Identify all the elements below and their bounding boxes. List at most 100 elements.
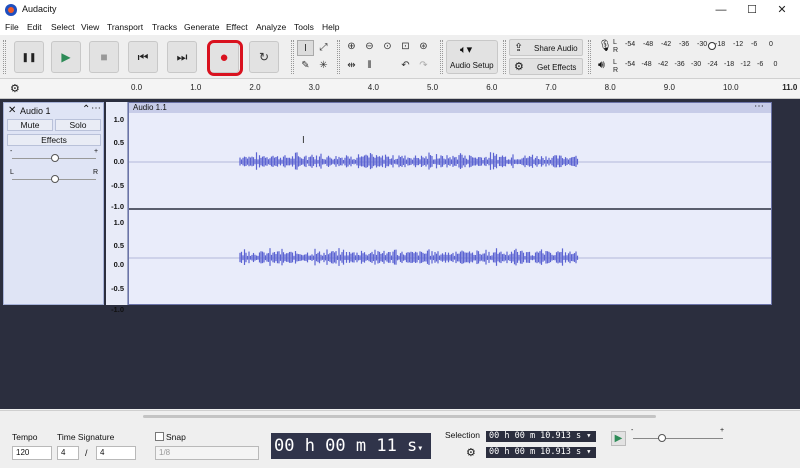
selection-tool-icon[interactable]: I — [297, 40, 314, 56]
record-meter[interactable]: -54 -48 -42 -36 -30 -18 -12 -6 0 — [625, 39, 795, 53]
microphone-icon[interactable]: 🎙︎ — [598, 39, 612, 52]
time-signature-denominator[interactable]: 4 — [96, 446, 136, 460]
selection-end[interactable]: 00 h 00 m 10.913 s ▾ — [486, 447, 596, 458]
meter-tick-label: -54 — [625, 41, 636, 48]
selection-settings-gear-icon[interactable]: ⚙ — [466, 446, 476, 459]
timeline-ruler[interactable]: ⚙ 0.0 1.0 2.0 3.0 4.0 5.0 6.0 7.0 8.0 9.0 10.0 11.0 — [0, 79, 800, 99]
menu-tracks[interactable]: Tracks — [152, 22, 177, 32]
selection-start[interactable]: 00 h 00 m 10.913 s ▾ — [486, 431, 596, 442]
speaker-icon: 🔈︎▾ — [460, 44, 473, 56]
menu-effect[interactable]: Effect — [226, 22, 248, 32]
meter-tick-label: -24 — [707, 61, 718, 68]
scale-label: 0.5 — [113, 138, 124, 147]
track-menu-icon[interactable]: ⋯ — [91, 103, 101, 114]
menu-transport[interactable]: Transport — [107, 22, 143, 32]
silence-icon[interactable]: ⫴ — [361, 58, 378, 74]
track-control-panel[interactable]: ✕ Audio 1 ⌃ ⋯ Mute Solo Effects - + L R — [3, 102, 104, 305]
collapse-icon[interactable]: ⌃ — [82, 104, 90, 115]
waveform[interactable] — [129, 103, 771, 304]
speed-slider-thumb[interactable] — [658, 434, 666, 442]
menu-edit[interactable]: Edit — [27, 22, 42, 32]
skip-end-button[interactable]: ⏭ — [167, 41, 197, 73]
share-icon: ⇪ — [514, 42, 524, 54]
zoom-out-icon[interactable]: ⊖ — [361, 39, 378, 55]
zoom-toggle-icon[interactable]: ⊛ — [415, 39, 432, 55]
time-display[interactable]: 00 h 00 m 11 s▾ — [271, 433, 431, 459]
menu-file[interactable]: File — [5, 22, 19, 32]
meter-tick-label: 0 — [773, 61, 778, 68]
ruler-tick-label: 0.0 — [131, 83, 143, 92]
horizontal-scrollbar[interactable] — [143, 415, 656, 418]
ruler-tick-label: 3.0 — [308, 83, 320, 92]
gain-slider-thumb[interactable] — [51, 154, 59, 162]
menu-generate[interactable]: Generate — [184, 22, 219, 32]
amplitude-scale[interactable]: 1.0 0.5 0.0 -0.5 -1.0 1.0 0.5 0.0 -0.5 -1.0 — [106, 102, 128, 314]
undo-icon[interactable]: ↶ — [397, 58, 414, 74]
share-audio-button[interactable]: ⇪ Share Audio — [509, 39, 583, 56]
tools-grip[interactable] — [291, 40, 294, 74]
audio-setup-button[interactable]: 🔈︎▾ Audio Setup — [446, 40, 498, 74]
fit-selection-icon[interactable]: ⊙ — [379, 39, 396, 55]
share-audio-label: Share Audio — [534, 44, 578, 53]
fit-project-icon[interactable]: ⊡ — [397, 39, 414, 55]
menu-analyze[interactable]: Analyze — [256, 22, 286, 32]
pan-slider-thumb[interactable] — [51, 175, 59, 183]
multi-tool-icon[interactable]: ✳ — [315, 58, 332, 74]
ruler-tick-label: 2.0 — [249, 83, 261, 92]
meter-tick-label: -36 — [679, 41, 690, 48]
skip-start-icon: ⏮ — [137, 49, 149, 64]
menu-select[interactable]: Select — [51, 22, 75, 32]
clip-name[interactable]: Audio 1.1 — [133, 103, 167, 112]
play-button[interactable]: ▶ — [51, 41, 81, 73]
pause-icon: ❚❚ — [21, 51, 37, 62]
meter-grip[interactable] — [588, 40, 591, 74]
play-at-speed-button[interactable]: ▶ — [611, 431, 626, 446]
stop-button[interactable]: ■ — [89, 41, 119, 73]
pause-button[interactable]: ❚❚ — [14, 41, 44, 73]
loop-button[interactable]: ↻ — [249, 41, 279, 73]
playback-meter[interactable]: -54 -48 -42 -36 -30 -24 -18 -12 -6 0 — [625, 59, 795, 73]
meter-tick-label: -12 — [733, 41, 744, 48]
meter-tick-label: -6 — [757, 61, 764, 68]
edit-grip[interactable] — [337, 40, 340, 74]
zoom-in-icon[interactable]: ⊕ — [343, 39, 360, 55]
record-highlight-ring — [207, 40, 243, 76]
minimize-button[interactable]: — — [713, 2, 729, 18]
speed-slider-track[interactable] — [633, 438, 723, 439]
track-name[interactable]: Audio 1 — [20, 106, 51, 116]
timeline-settings-gear-icon[interactable]: ⚙ — [10, 82, 20, 95]
effects-button[interactable]: Effects — [7, 134, 101, 146]
share-grip[interactable] — [503, 40, 506, 74]
record-level-thumb[interactable] — [708, 42, 716, 50]
clip-menu-icon[interactable]: ⋯ — [754, 101, 764, 112]
mute-button[interactable]: Mute — [7, 119, 53, 131]
menu-view[interactable]: View — [81, 22, 99, 32]
meter-tick-label: -48 — [641, 61, 652, 68]
envelope-tool-icon[interactable]: ⤢ — [315, 40, 332, 56]
playback-speaker-icon[interactable]: 🔊︎ — [598, 59, 605, 72]
solo-button[interactable]: Solo — [55, 119, 101, 131]
skip-start-button[interactable]: ⏮ — [128, 41, 158, 73]
window-title: Audacity — [22, 4, 57, 14]
menu-tools[interactable]: Tools — [294, 22, 314, 32]
speed-plus-label: + — [720, 427, 725, 434]
time-signature-numerator[interactable]: 4 — [57, 446, 79, 460]
audio-clip[interactable] — [128, 102, 772, 305]
redo-icon[interactable]: ↷ — [415, 58, 432, 74]
maximize-button[interactable]: ☐ — [744, 2, 760, 18]
meter-tick-label: -18 — [724, 61, 735, 68]
snap-checkbox[interactable] — [155, 432, 164, 441]
toolbar-grip[interactable] — [3, 40, 6, 74]
tempo-input[interactable]: 120 — [12, 446, 52, 460]
audio-setup-grip[interactable] — [440, 40, 443, 74]
close-track-icon[interactable]: ✕ — [8, 105, 16, 116]
clip-header[interactable]: Audio 1.1 ⋯ — [129, 101, 771, 113]
close-button[interactable]: ✕ — [774, 2, 790, 18]
get-effects-button[interactable]: ⚙ Get Effects — [509, 58, 583, 75]
trim-icon[interactable]: ⇹ — [343, 58, 360, 74]
snap-select[interactable]: 1/8 — [155, 446, 259, 460]
draw-tool-icon[interactable]: ✎ — [297, 58, 314, 74]
meter-tick-label: -12 — [740, 61, 751, 68]
menu-help[interactable]: Help — [322, 22, 339, 32]
ruler-tick-label: 5.0 — [427, 83, 439, 92]
